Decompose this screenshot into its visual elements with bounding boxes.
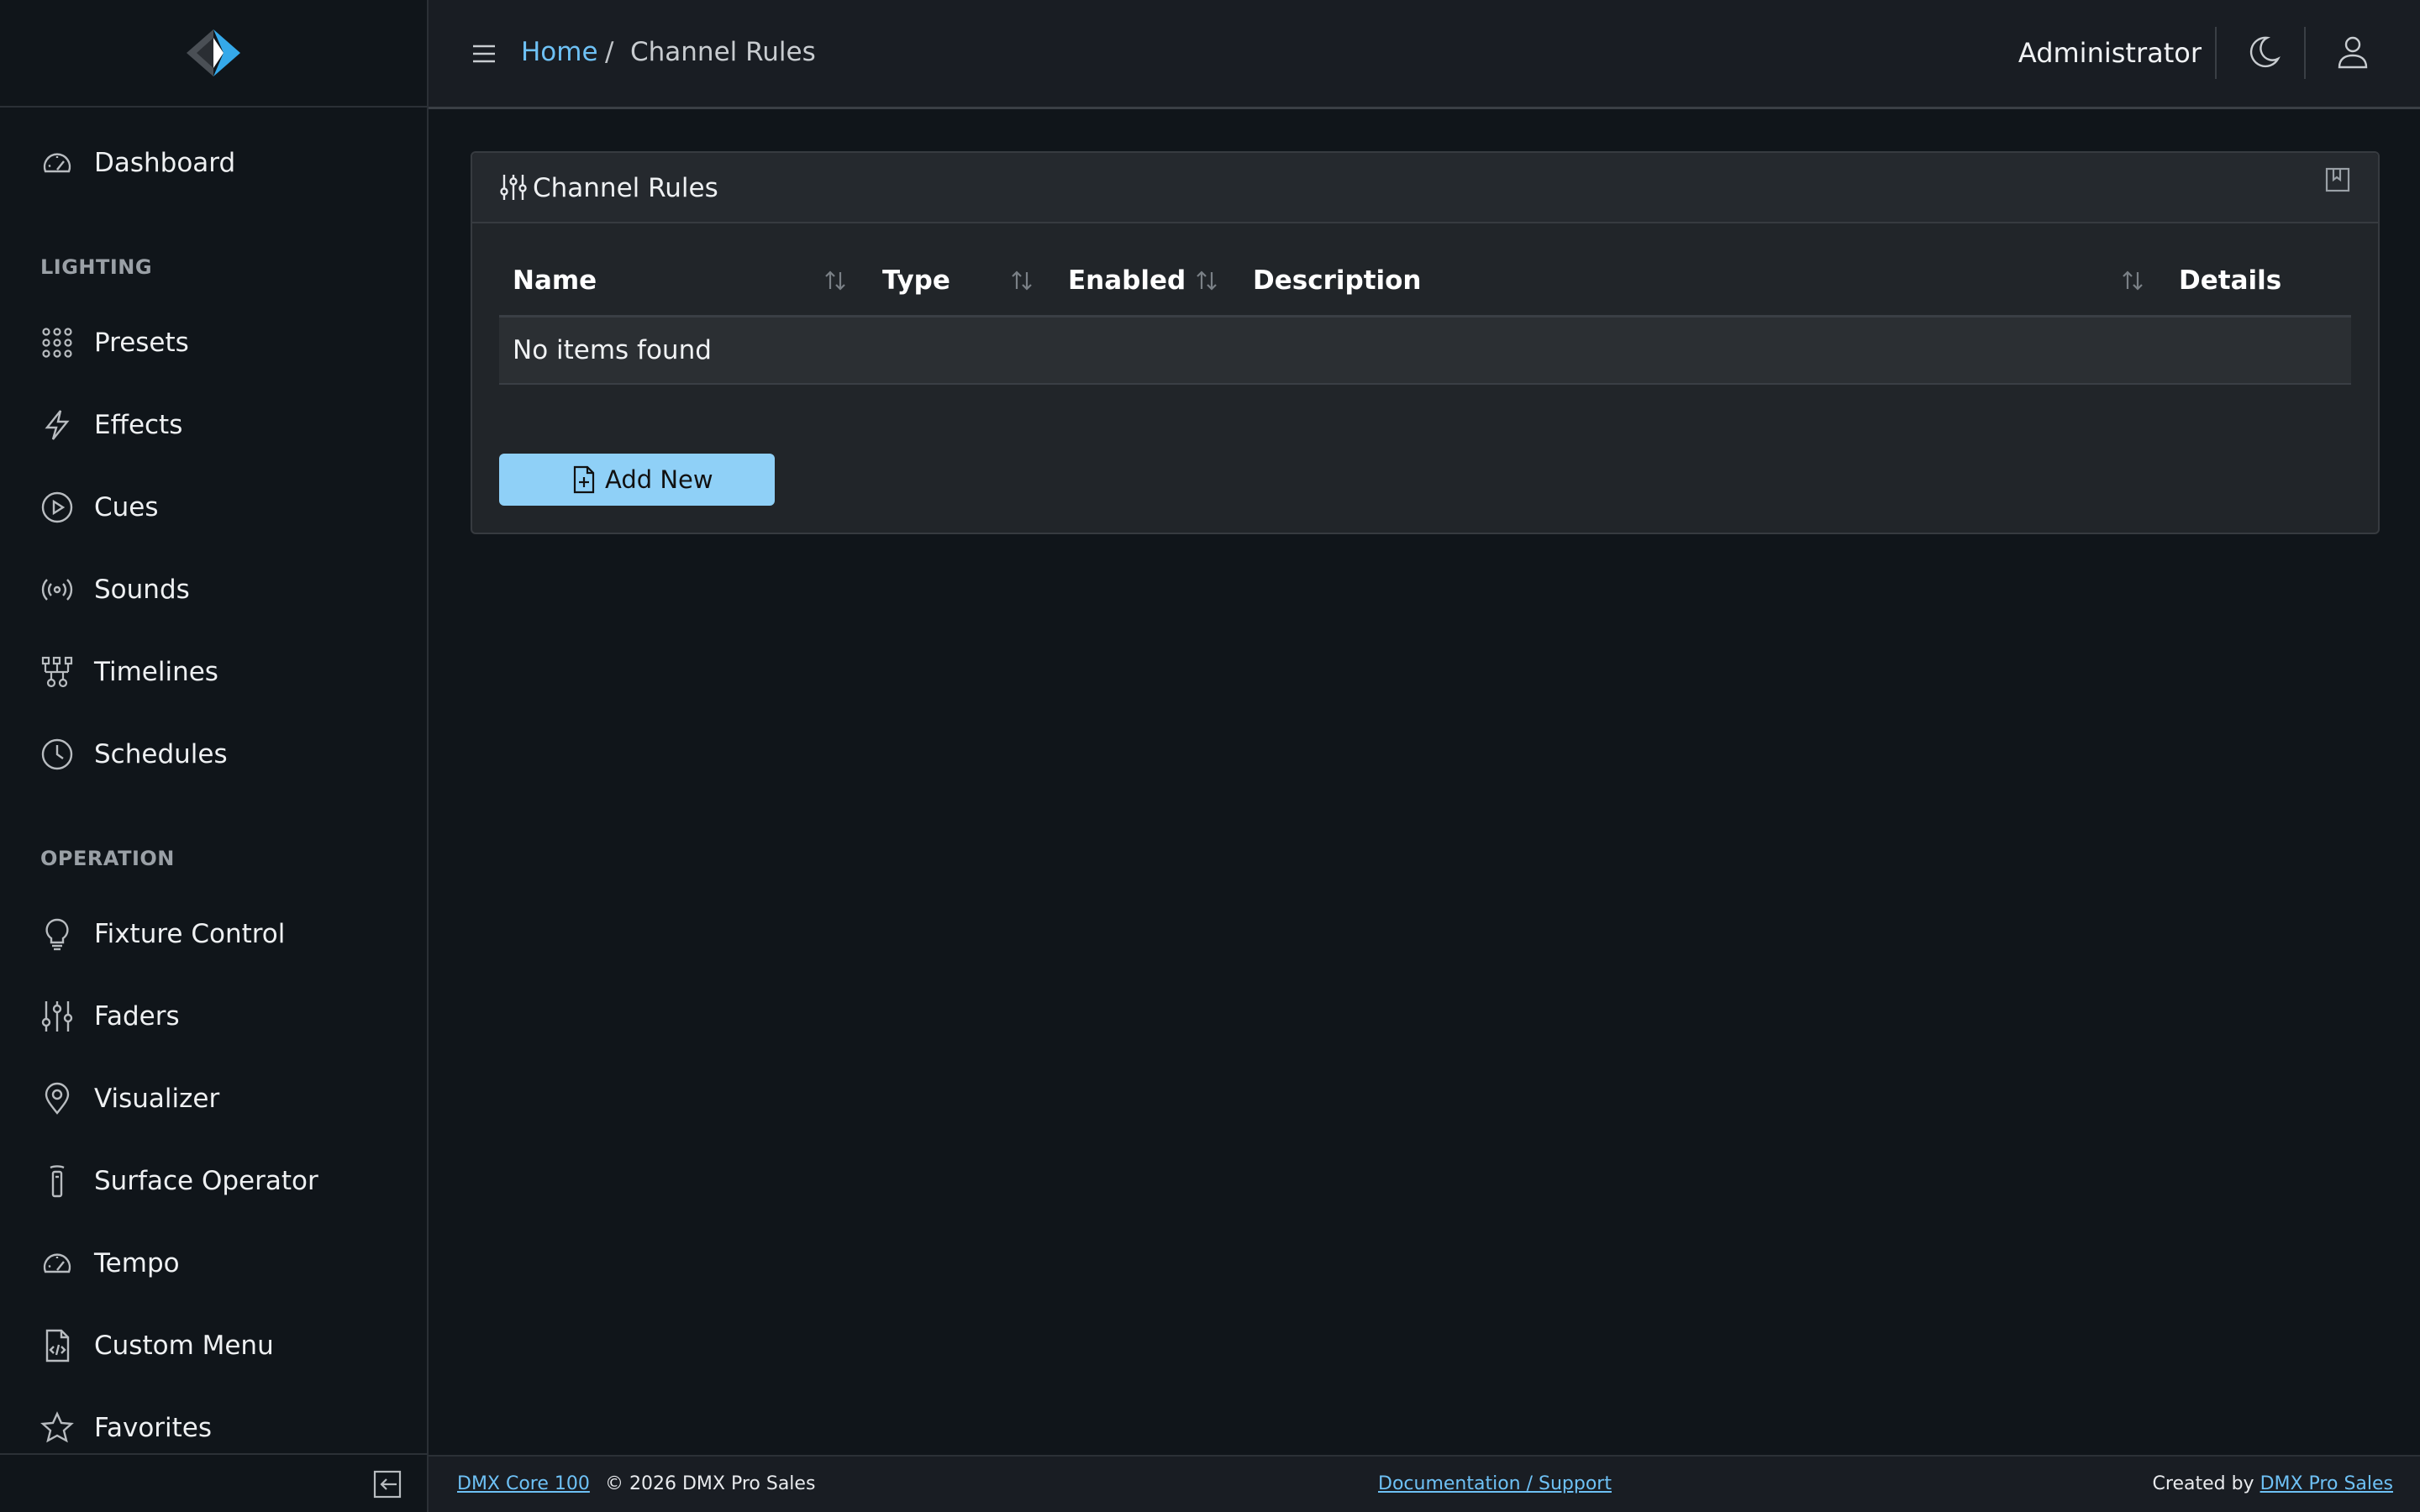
- footer: DMX Core 100 © 2026 DMX Pro Sales Docume…: [429, 1455, 2420, 1512]
- sidebar-item-label: Faders: [94, 1001, 180, 1032]
- sidebar: Dashboard LIGHTING Presets Effects Cues …: [0, 0, 429, 1512]
- sliders-icon: [500, 175, 527, 200]
- sort-icon[interactable]: [1008, 267, 1035, 294]
- sidebar-item-schedules[interactable]: Schedules: [0, 721, 427, 788]
- top-header: Home / Channel Rules Administrator: [429, 0, 2420, 109]
- card-header: Channel Rules: [472, 153, 2378, 223]
- sidebar-item-label: Favorites: [94, 1413, 213, 1443]
- broadcast-icon: [41, 579, 73, 601]
- column-header-details: Details: [2179, 265, 2282, 296]
- created-by: Created by DMX Pro Sales: [2153, 1473, 2393, 1494]
- remote-icon: [50, 1165, 65, 1198]
- menu-icon[interactable]: [471, 40, 497, 67]
- column-header-enabled[interactable]: Enabled: [1068, 265, 1186, 296]
- company-link[interactable]: DMX Pro Sales: [2260, 1473, 2393, 1494]
- lightbulb-icon: [45, 918, 69, 951]
- moon-icon[interactable]: [2245, 34, 2282, 71]
- breadcrumb-separator: /: [605, 37, 614, 67]
- breadcrumb-home-link[interactable]: Home: [521, 37, 598, 67]
- sort-icon[interactable]: [822, 267, 849, 294]
- logo-icon: [187, 29, 240, 76]
- lightning-icon: [45, 410, 70, 440]
- card-title: Channel Rules: [533, 173, 718, 203]
- sidebar-footer: [0, 1453, 427, 1512]
- sidebar-item-timelines[interactable]: Timelines: [0, 638, 427, 706]
- table-row: No items found: [499, 318, 2351, 385]
- sidebar-item-custom-menu[interactable]: Custom Menu: [0, 1312, 427, 1379]
- sidebar-item-label: Dashboard: [94, 148, 236, 178]
- product-link[interactable]: DMX Core 100: [457, 1473, 590, 1494]
- sidebar-item-label: Fixture Control: [94, 919, 286, 949]
- star-icon: [40, 1411, 74, 1443]
- sidebar-item-label: Custom Menu: [94, 1331, 274, 1361]
- copyright-text: © 2026 DMX Pro Sales: [605, 1473, 816, 1494]
- section-label-lighting: LIGHTING: [40, 255, 153, 279]
- add-new-label: Add New: [605, 465, 713, 494]
- documentation-link[interactable]: Documentation / Support: [1378, 1473, 1612, 1494]
- created-by-label: Created by: [2152, 1473, 2254, 1494]
- sidebar-item-faders[interactable]: Faders: [0, 983, 427, 1050]
- header-divider: [2304, 27, 2306, 79]
- column-header-name[interactable]: Name: [513, 265, 597, 296]
- column-header-description[interactable]: Description: [1253, 265, 1422, 296]
- diagram-icon: [41, 656, 73, 688]
- bookmark-icon[interactable]: [2324, 166, 2351, 193]
- sidebar-item-label: Presets: [94, 328, 189, 358]
- file-code-icon: [45, 1329, 70, 1362]
- sidebar-item-surface-operator[interactable]: Surface Operator: [0, 1147, 427, 1215]
- user-icon[interactable]: [2334, 34, 2371, 71]
- sidebar-item-label: Sounds: [94, 575, 190, 605]
- sidebar-item-sounds[interactable]: Sounds: [0, 556, 427, 623]
- sort-icon[interactable]: [1193, 267, 1220, 294]
- sidebar-item-favorites[interactable]: Favorites: [0, 1394, 427, 1462]
- sidebar-item-label: Surface Operator: [94, 1166, 318, 1196]
- sidebar-item-presets[interactable]: Presets: [0, 309, 427, 376]
- speedometer-icon: [43, 1253, 71, 1273]
- file-plus-icon: [573, 465, 595, 494]
- grid-dots-icon: [42, 328, 72, 358]
- sidebar-item-fixture-control[interactable]: Fixture Control: [0, 900, 427, 968]
- section-label-operation: OPERATION: [40, 847, 175, 870]
- sidebar-item-label: Timelines: [94, 657, 218, 687]
- sidebar-item-label: Effects: [94, 410, 183, 440]
- empty-message: No items found: [513, 335, 712, 365]
- sidebar-item-label: Cues: [94, 492, 159, 522]
- sidebar-item-effects[interactable]: Effects: [0, 391, 427, 459]
- user-name: Administrator: [2018, 37, 2202, 69]
- brand[interactable]: [0, 0, 427, 108]
- clock-icon: [41, 738, 73, 770]
- sidebar-item-dashboard[interactable]: Dashboard: [0, 129, 427, 197]
- sidebar-item-cues[interactable]: Cues: [0, 474, 427, 541]
- map-pin-icon: [45, 1082, 70, 1115]
- header-divider: [2215, 27, 2217, 79]
- play-circle-icon: [41, 491, 73, 523]
- column-header-type[interactable]: Type: [882, 265, 950, 296]
- add-new-button[interactable]: Add New: [499, 454, 775, 506]
- sliders-icon: [41, 1001, 73, 1032]
- sidebar-item-label: Visualizer: [94, 1084, 220, 1114]
- sidebar-item-label: Tempo: [94, 1248, 180, 1278]
- sort-icon[interactable]: [2119, 267, 2146, 294]
- sidebar-item-label: Schedules: [94, 739, 228, 769]
- collapse-sidebar-icon[interactable]: [373, 1470, 402, 1499]
- breadcrumb-current: Channel Rules: [630, 37, 816, 67]
- sidebar-item-visualizer[interactable]: Visualizer: [0, 1065, 427, 1132]
- sidebar-item-tempo[interactable]: Tempo: [0, 1230, 427, 1297]
- speedometer-icon: [43, 153, 71, 173]
